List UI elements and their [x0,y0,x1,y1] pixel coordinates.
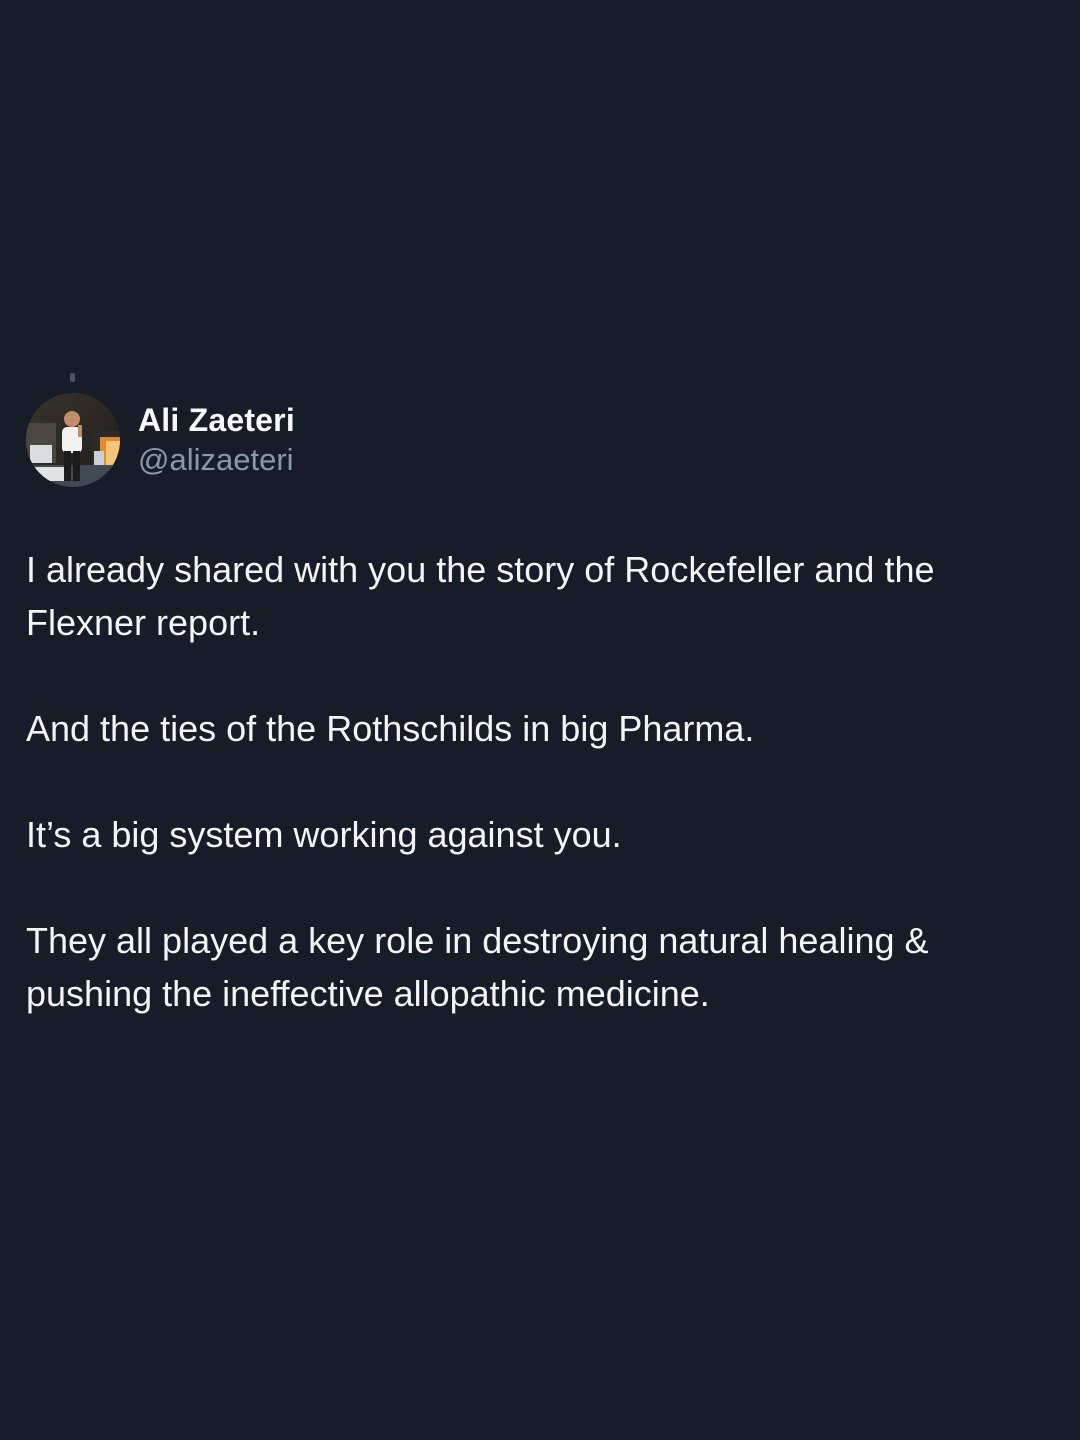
tweet-paragraph: I already shared with you the story of R… [26,549,935,643]
tweet-text: I already shared with you the story of R… [26,543,1056,1020]
tweet-paragraph: And the ties of the Rothschilds in big P… [26,708,755,749]
author-display-name[interactable]: Ali Zaeteri [138,400,295,440]
tweet-paragraph: They all played a key role in destroying… [26,920,929,1014]
tweet-paragraph: It’s a big system working against you. [26,814,622,855]
tweet-card: Ali Zaeteri @alizaeteri I already shared… [26,393,1056,1020]
author-names: Ali Zaeteri @alizaeteri [138,400,295,480]
avatar[interactable] [26,393,120,487]
author-handle[interactable]: @alizaeteri [138,440,295,480]
profile-photo-icon [26,393,120,487]
author-row: Ali Zaeteri @alizaeteri [26,393,1056,487]
thread-connector [70,373,75,382]
